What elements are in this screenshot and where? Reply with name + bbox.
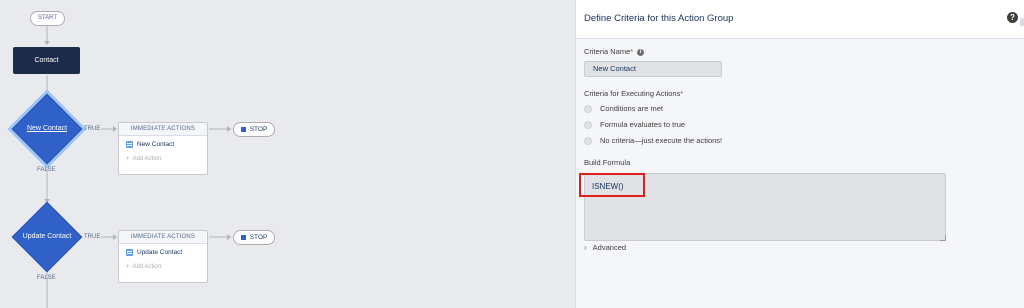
start-node: START [30, 11, 65, 26]
option-label: Conditions are met [600, 104, 663, 113]
option-formula-true[interactable]: Formula evaluates to true [584, 120, 685, 129]
stop-icon [240, 127, 246, 132]
scrollbar[interactable] [1020, 18, 1024, 26]
radio-button[interactable] [584, 104, 592, 113]
highlight-annotation [579, 173, 645, 197]
action-item[interactable]: Update Contact [119, 244, 207, 260]
add-action-label: Add Action [132, 264, 162, 270]
false-label: FALSE [37, 167, 56, 173]
radio-button[interactable] [584, 136, 592, 145]
criteria-label-update-contact[interactable]: Update Contact [9, 232, 85, 242]
option-no-criteria[interactable]: No criteria—just execute the actions! [584, 136, 722, 145]
actions-header: IMMEDIATE ACTIONS [119, 231, 207, 244]
add-action-label: Add Action [132, 156, 162, 162]
required-mark: * [680, 89, 684, 98]
panel-title: Define Criteria for this Action Group [584, 13, 734, 24]
criteria-name-text: Criteria Name [584, 47, 631, 56]
stop-label: STOP [249, 126, 268, 133]
option-label: No criteria—just execute the actions! [600, 136, 723, 145]
build-formula-label: Build Formula [584, 158, 631, 167]
plus-icon: + [126, 156, 130, 162]
update-records-icon [126, 248, 133, 256]
info-icon[interactable]: i [637, 48, 645, 56]
required-mark: * [630, 47, 634, 56]
executing-label: Criteria for Executing Actions* [584, 89, 683, 98]
advanced-toggle[interactable]: › Advanced [584, 243, 626, 252]
false-label: FALSE [37, 275, 56, 281]
true-label: TRUE [84, 126, 101, 132]
criteria-name-input[interactable]: New Contact [584, 61, 722, 77]
criteria-name-label: Criteria Name* i [584, 47, 645, 56]
process-canvas: START Contact New Contact TRUE FALSE IMM… [0, 0, 575, 308]
add-action-button[interactable]: + Add Action [119, 152, 207, 166]
action-item[interactable]: New Contact [119, 136, 207, 152]
immediate-actions-card[interactable]: IMMEDIATE ACTIONS Update Contact + Add Ac… [118, 230, 208, 283]
resize-handle[interactable] [940, 235, 946, 241]
radio-button[interactable] [584, 120, 592, 129]
true-label: TRUE [84, 234, 101, 240]
chevron-right-icon: › [584, 243, 587, 252]
executing-text: Criteria for Executing Actions [584, 89, 681, 98]
criteria-label-new-contact[interactable]: New Contact [9, 124, 85, 134]
action-item-label: Update Contact [137, 248, 183, 256]
criteria-panel: Define Criteria for this Action Group ? … [575, 0, 1024, 308]
stop-label: STOP [249, 234, 268, 241]
stop-icon [240, 235, 246, 240]
add-action-button[interactable]: + Add Action [119, 260, 207, 274]
option-label: Formula evaluates to true [600, 120, 686, 129]
object-node[interactable]: Contact [13, 47, 80, 74]
stop-node: STOP [233, 122, 275, 137]
update-records-icon [126, 140, 133, 148]
stop-node: STOP [233, 230, 275, 245]
actions-header: IMMEDIATE ACTIONS [119, 123, 207, 136]
flow-connectors [44, 25, 231, 308]
option-conditions-met[interactable]: Conditions are met [584, 104, 663, 113]
help-icon[interactable]: ? [1007, 12, 1018, 23]
plus-icon: + [126, 264, 130, 270]
panel-header: Define Criteria for this Action Group ? [576, 0, 1024, 39]
advanced-label: Advanced [592, 243, 627, 252]
action-item-label: New Contact [137, 140, 175, 148]
immediate-actions-card[interactable]: IMMEDIATE ACTIONS New Contact + Add Actio… [118, 122, 208, 175]
